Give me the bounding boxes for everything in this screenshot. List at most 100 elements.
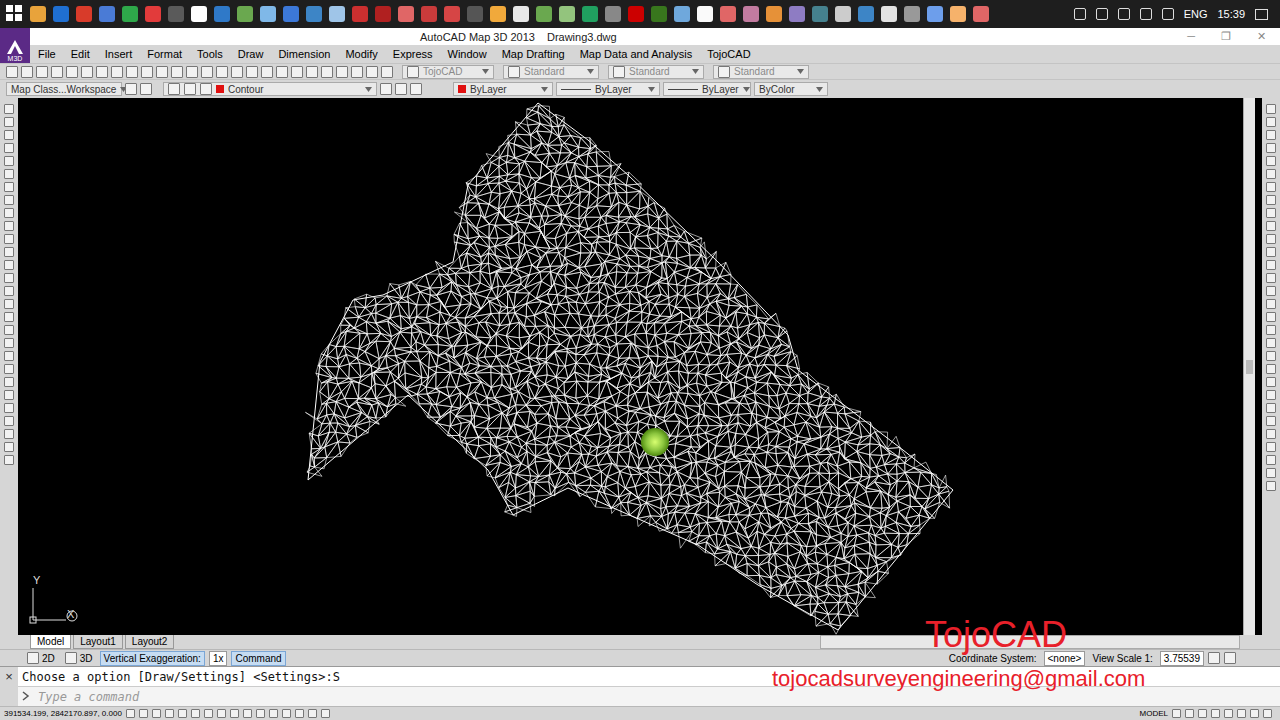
menu-item[interactable]: Map Data and Analysis — [580, 48, 693, 60]
drafting-toggle-icon[interactable] — [269, 709, 278, 718]
taskbar-app-icon[interactable] — [513, 6, 529, 22]
tool-icon[interactable] — [1266, 481, 1276, 491]
taskbar-app-icon[interactable] — [145, 6, 161, 22]
tool-icon[interactable] — [4, 325, 14, 335]
tool-icon[interactable] — [4, 312, 14, 322]
tool-icon[interactable] — [4, 221, 14, 231]
tool-icon[interactable] — [1266, 195, 1276, 205]
tool-icon[interactable] — [1266, 468, 1276, 478]
taskbar-app-icon[interactable] — [444, 6, 460, 22]
taskbar-app-icon[interactable] — [927, 6, 943, 22]
taskbar-app-icon[interactable] — [858, 6, 874, 22]
tool-icon[interactable] — [4, 156, 14, 166]
tool-icon[interactable] — [1266, 416, 1276, 426]
tool-icon[interactable] — [21, 66, 33, 78]
taskbar-app-icon[interactable] — [30, 6, 46, 22]
vertical-scrollbar[interactable] — [1243, 98, 1255, 635]
tool-icon[interactable] — [261, 66, 273, 78]
command-button[interactable]: Command — [231, 651, 285, 666]
tool-icon[interactable] — [4, 403, 14, 413]
tool-icon[interactable] — [4, 169, 14, 179]
workspace-dropdown[interactable]: Map Class...Workspace — [6, 82, 122, 96]
taskbar-app-icon[interactable] — [191, 6, 207, 22]
tool-icon[interactable] — [351, 66, 363, 78]
tray-icon[interactable] — [1118, 8, 1130, 20]
tool-icon[interactable] — [1266, 377, 1276, 387]
tool-icon[interactable] — [1266, 403, 1276, 413]
exaggeration-dropdown[interactable]: 1x — [209, 651, 228, 666]
tin-surface[interactable] — [18, 98, 1241, 635]
tool-icon[interactable] — [171, 66, 183, 78]
taskbar-app-icon[interactable] — [720, 6, 736, 22]
tool-icon[interactable] — [36, 66, 48, 78]
taskbar-app-icon[interactable] — [973, 6, 989, 22]
tool-icon[interactable] — [81, 66, 93, 78]
tool-icon[interactable] — [1266, 130, 1276, 140]
taskbar-app-icon[interactable] — [352, 6, 368, 22]
menu-item[interactable]: Edit — [71, 48, 90, 60]
tool-icon[interactable] — [4, 208, 14, 218]
status-tool-icon[interactable] — [1172, 709, 1181, 718]
taskbar-app-icon[interactable] — [214, 6, 230, 22]
tool-icon[interactable] — [1266, 104, 1276, 114]
tool-icon[interactable] — [1266, 273, 1276, 283]
status-tool-icon[interactable] — [1198, 709, 1207, 718]
taskbar-app-icon[interactable] — [329, 6, 345, 22]
tool-icon[interactable] — [186, 66, 198, 78]
tool-icon[interactable] — [4, 247, 14, 257]
taskbar-app-icon[interactable] — [674, 6, 690, 22]
drafting-toggle-icon[interactable] — [204, 709, 213, 718]
menu-item[interactable]: Format — [147, 48, 182, 60]
taskbar-app-icon[interactable] — [421, 6, 437, 22]
view-scale-dropdown[interactable]: 3.75539 — [1160, 651, 1204, 666]
tool-icon[interactable] — [4, 377, 14, 387]
tool-icon[interactable] — [1266, 351, 1276, 361]
minimize-button[interactable]: ─ — [1187, 30, 1195, 43]
linetype-dropdown[interactable]: ByLayer — [556, 82, 660, 96]
tool-icon[interactable] — [4, 299, 14, 309]
exaggeration-label[interactable]: Vertical Exaggeration: — [100, 651, 205, 666]
tool-icon[interactable] — [380, 83, 392, 95]
tool-icon[interactable] — [410, 83, 422, 95]
taskbar-app-icon[interactable] — [904, 6, 920, 22]
tool-icon[interactable] — [1266, 143, 1276, 153]
taskbar-app-icon[interactable] — [812, 6, 828, 22]
scroll-thumb[interactable] — [1246, 360, 1253, 374]
taskbar-app-icon[interactable] — [306, 6, 322, 22]
status-tool-icon[interactable] — [1185, 709, 1194, 718]
tool-icon[interactable] — [4, 455, 14, 465]
layer-state-icon[interactable] — [200, 83, 212, 95]
menu-item[interactable]: Draw — [238, 48, 264, 60]
taskbar-app-icon[interactable] — [789, 6, 805, 22]
taskbar-app-icon[interactable] — [881, 6, 897, 22]
2d-button[interactable]: 2D — [24, 651, 58, 665]
drafting-toggle-icon[interactable] — [230, 709, 239, 718]
tool-icon[interactable] — [4, 130, 14, 140]
app-logo-icon[interactable]: M3D — [0, 28, 30, 63]
taskbar-app-icon[interactable] — [260, 6, 276, 22]
tool-icon[interactable] — [1266, 117, 1276, 127]
taskbar-app-icon[interactable] — [743, 6, 759, 22]
lineweight-dropdown[interactable]: ByLayer — [663, 82, 751, 96]
taskbar-app-icon[interactable] — [766, 6, 782, 22]
tool-icon[interactable] — [1266, 234, 1276, 244]
drafting-toggle-icon[interactable] — [191, 709, 200, 718]
layout-tab[interactable]: Layout2 — [125, 635, 175, 649]
status-tool-icon[interactable] — [1250, 709, 1259, 718]
tool-icon[interactable] — [1266, 429, 1276, 439]
drafting-toggle-icon[interactable] — [243, 709, 252, 718]
taskbar-app-icon[interactable] — [536, 6, 552, 22]
tool-icon[interactable] — [321, 66, 333, 78]
tool-icon[interactable] — [4, 364, 14, 374]
taskbar-app-icon[interactable] — [651, 6, 667, 22]
language-indicator[interactable]: ENG — [1184, 8, 1208, 20]
tool-icon[interactable] — [4, 117, 14, 127]
taskbar-app-icon[interactable] — [122, 6, 138, 22]
maximize-button[interactable]: ❐ — [1221, 30, 1231, 43]
taskbar-app-icon[interactable] — [582, 6, 598, 22]
tray-icon[interactable] — [1074, 8, 1086, 20]
taskbar-app-icon[interactable] — [950, 6, 966, 22]
layer-dropdown[interactable]: Contour — [163, 82, 377, 96]
tool-icon[interactable] — [4, 260, 14, 270]
drafting-toggle-icon[interactable] — [178, 709, 187, 718]
